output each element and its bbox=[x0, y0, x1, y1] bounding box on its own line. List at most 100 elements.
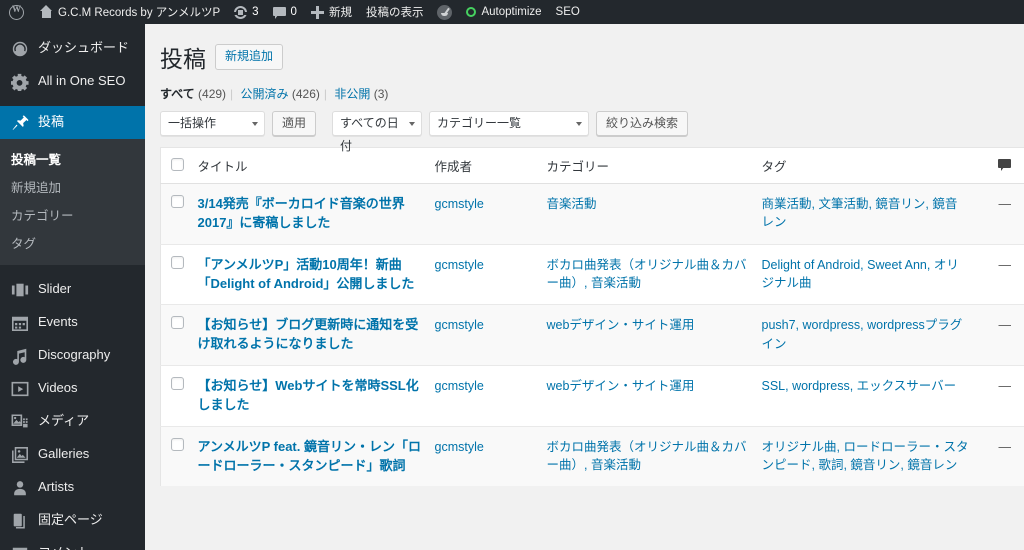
post-author-link[interactable]: gcmstyle bbox=[435, 440, 484, 454]
row-tags-cell[interactable]: SSL, wordpress, エックスサーバー bbox=[761, 365, 977, 427]
post-author-link[interactable]: gcmstyle bbox=[435, 258, 484, 272]
bulk-action-select[interactable]: 一括操作 bbox=[160, 111, 265, 136]
sidebar-item-videos[interactable]: Videos bbox=[0, 372, 145, 405]
video-icon bbox=[11, 380, 29, 398]
media-icon bbox=[11, 413, 29, 431]
plus-icon bbox=[310, 5, 324, 19]
sidebar-item-all-in-one-seo[interactable]: All in One SEO bbox=[0, 65, 145, 98]
sidebar-item-pages[interactable]: 固定ページ bbox=[0, 504, 145, 537]
sidebar-item-label: 固定ページ bbox=[38, 512, 103, 528]
comments-count: 0 bbox=[290, 6, 297, 18]
sidebar-item-media[interactable]: メディア bbox=[0, 405, 145, 438]
row-checkbox[interactable] bbox=[171, 255, 184, 269]
comment-bubble-icon bbox=[272, 6, 286, 19]
submenu-item-tags[interactable]: タグ bbox=[0, 229, 145, 257]
view-posts-link[interactable]: 投稿の表示 bbox=[359, 0, 431, 24]
date-filter-select[interactable]: すべての日付 bbox=[332, 111, 423, 153]
new-content-link[interactable]: 新規 bbox=[304, 0, 359, 24]
post-author-link[interactable]: gcmstyle bbox=[435, 197, 484, 211]
posts-table: タイトル 作成者 カテゴリー タグ 3/14発売『ボーカロイド音楽の世界2017… bbox=[160, 147, 1024, 487]
submenu-item-all-posts[interactable]: 投稿一覧 bbox=[0, 145, 145, 173]
add-new-post-button[interactable]: 新規追加 bbox=[215, 44, 284, 70]
column-header-comments[interactable] bbox=[976, 147, 1024, 184]
row-checkbox-cell bbox=[160, 365, 198, 427]
apply-button[interactable]: 適用 bbox=[272, 111, 317, 136]
autoptimize-link[interactable]: Autoptimize bbox=[459, 0, 548, 24]
post-category-link[interactable]: ボカロ曲発表（オリジナル曲＆カバー曲）, 音楽活動 bbox=[547, 258, 747, 290]
sidebar-item-dashboard[interactable]: ダッシュボード bbox=[0, 32, 145, 65]
row-author-cell: gcmstyle bbox=[435, 184, 547, 245]
green-ring-icon bbox=[466, 7, 477, 17]
filter-link-all[interactable]: すべて bbox=[160, 87, 195, 101]
pages-icon bbox=[11, 512, 29, 530]
post-author-link[interactable]: gcmstyle bbox=[435, 318, 484, 332]
post-title-link[interactable]: 【お知らせ】Webサイトを常時SSL化しました bbox=[198, 378, 419, 412]
status-filter-links: すべて (429) | 公開済み (426) | 非公開 (3) bbox=[160, 85, 1024, 102]
site-name-label: G.C.M Records by アンメルツP bbox=[58, 7, 221, 19]
row-tags-cell[interactable]: Delight of Android, Sweet Ann, オリジナル曲 bbox=[761, 243, 977, 305]
post-title-link[interactable]: 3/14発売『ボーカロイド音楽の世界2017』に寄稿しました bbox=[198, 196, 405, 230]
post-category-link[interactable]: webデザイン・サイト運用 bbox=[547, 318, 695, 332]
sidebar-item-slider[interactable]: Slider bbox=[0, 273, 145, 306]
speed-plugin-link[interactable] bbox=[430, 0, 459, 24]
filter-link-published[interactable]: 公開済み bbox=[241, 87, 289, 101]
post-category-link[interactable]: ボカロ曲発表（オリジナル曲＆カバー曲）, 音楽活動 bbox=[547, 440, 747, 472]
updates-link[interactable]: 3 bbox=[227, 0, 265, 24]
row-title-cell: 【お知らせ】ブログ更新時に通知を受け取れるようになりました bbox=[197, 304, 435, 366]
slider-icon bbox=[11, 281, 29, 299]
autoptimize-label: Autoptimize bbox=[481, 6, 542, 18]
filter-link-private[interactable]: 非公開 bbox=[334, 87, 370, 101]
column-header-title[interactable]: タイトル bbox=[197, 147, 435, 184]
column-header-title-label[interactable]: タイトル bbox=[198, 160, 248, 174]
row-tags-cell[interactable]: 商業活動, 文筆活動, 鏡音リン, 鏡音レン bbox=[762, 184, 977, 245]
column-header-category-label: カテゴリー bbox=[546, 160, 610, 174]
filter-submit-button[interactable]: 絞り込み検索 bbox=[596, 111, 689, 136]
sidebar-item-label: メディア bbox=[38, 413, 90, 429]
table-row: 【お知らせ】ブログ更新時に通知を受け取れるようになりました gcmstyle w… bbox=[160, 304, 1024, 366]
row-checkbox[interactable] bbox=[171, 377, 184, 391]
post-title-link[interactable]: 「アンメルツP」活動10周年！新曲「Delight of Android」公開し… bbox=[198, 257, 415, 291]
wordpress-logo-icon bbox=[9, 4, 24, 20]
row-checkbox[interactable] bbox=[171, 316, 184, 330]
posts-table-header: タイトル 作成者 カテゴリー タグ bbox=[160, 147, 1024, 184]
sidebar-item-discography[interactable]: Discography bbox=[0, 339, 145, 372]
comment-bubble-icon bbox=[998, 158, 1011, 171]
sidebar-item-label: Videos bbox=[38, 380, 78, 396]
comments-link[interactable]: 0 bbox=[266, 0, 304, 24]
sidebar-item-comments[interactable]: コメント bbox=[0, 537, 145, 550]
sidebar-item-label: ダッシュボード bbox=[38, 40, 130, 56]
post-title-link[interactable]: 【お知らせ】ブログ更新時に通知を受け取れるようになりました bbox=[198, 317, 419, 351]
page-header: 投稿 新規追加 bbox=[145, 24, 1024, 74]
column-header-author[interactable]: 作成者 bbox=[434, 147, 547, 184]
column-header-tags-label: タグ bbox=[761, 160, 787, 174]
sidebar-item-artists[interactable]: Artists bbox=[0, 471, 145, 504]
sidebar-item-label: All in One SEO bbox=[38, 73, 126, 89]
column-header-author-label[interactable]: 作成者 bbox=[435, 160, 473, 174]
submenu-item-add-new[interactable]: 新規追加 bbox=[0, 173, 145, 201]
seo-link[interactable]: SEO bbox=[549, 0, 587, 24]
site-name-link[interactable]: G.C.M Records by アンメルツP bbox=[32, 0, 227, 24]
post-category-link[interactable]: webデザイン・サイト運用 bbox=[547, 379, 695, 393]
sidebar-item-events[interactable]: Events bbox=[0, 306, 145, 339]
row-checkbox-cell bbox=[160, 243, 198, 305]
row-category-cell: 音楽活動 bbox=[547, 184, 762, 245]
sidebar-item-galleries[interactable]: Galleries bbox=[0, 438, 145, 471]
sidebar-item-posts[interactable]: 投稿 bbox=[0, 106, 145, 139]
row-tags-cell[interactable]: push7, wordpress, wordpressプラグイン bbox=[761, 304, 977, 366]
row-author-cell: gcmstyle bbox=[434, 425, 547, 487]
row-checkbox[interactable] bbox=[171, 437, 184, 451]
seo-gear-icon bbox=[11, 73, 29, 91]
updates-icon bbox=[234, 5, 252, 19]
post-title-link[interactable]: アンメルツP feat. 鏡音リン・レン「ロードローラー・スタンピード」歌詞 bbox=[198, 439, 421, 473]
post-category-link[interactable]: 音楽活動 bbox=[547, 197, 597, 211]
submenu-item-categories[interactable]: カテゴリー bbox=[0, 201, 145, 229]
table-row: 【お知らせ】Webサイトを常時SSL化しました gcmstyle webデザイン… bbox=[160, 365, 1024, 427]
category-filter-value: カテゴリー一覧 bbox=[437, 116, 522, 130]
wordpress-logo-menu[interactable] bbox=[0, 0, 32, 24]
select-all-checkbox[interactable] bbox=[171, 157, 184, 171]
row-checkbox[interactable] bbox=[171, 195, 184, 208]
table-row: アンメルツP feat. 鏡音リン・レン「ロードローラー・スタンピード」歌詞 g… bbox=[160, 425, 1024, 487]
post-author-link[interactable]: gcmstyle bbox=[435, 379, 484, 393]
row-tags-cell[interactable]: オリジナル曲, ロードローラー・スタンピード, 歌詞, 鏡音リン, 鏡音レン bbox=[761, 425, 977, 487]
category-filter-select[interactable]: カテゴリー一覧 bbox=[429, 111, 590, 136]
